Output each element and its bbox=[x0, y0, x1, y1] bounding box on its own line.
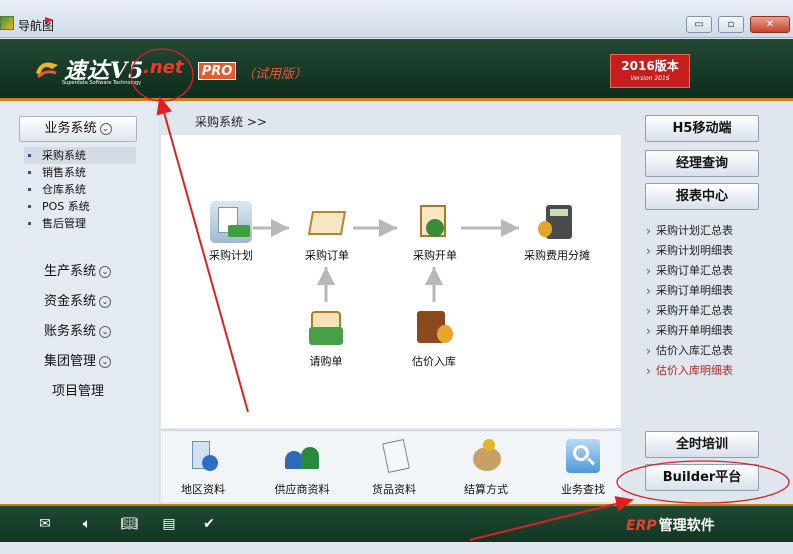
trial-label: （试用版） bbox=[242, 67, 308, 82]
quick-search-label: 业务查找 bbox=[561, 483, 605, 496]
speaker-icon[interactable]: 🔈︎ bbox=[78, 516, 96, 532]
report-center-button[interactable]: 报表中心 bbox=[645, 183, 759, 210]
flow-purchase-plan[interactable]: 采购计划 bbox=[183, 201, 279, 263]
training-button[interactable]: 全时培训 bbox=[645, 431, 759, 458]
nav-business-system[interactable]: 业务系统 ⌄ bbox=[19, 116, 137, 142]
brand-suffix: .net bbox=[143, 57, 184, 78]
version-sublabel: Version 2016 bbox=[630, 75, 670, 82]
maximize-button[interactable]: ▫ bbox=[718, 16, 744, 33]
search-icon bbox=[566, 439, 600, 473]
book-icon[interactable]: 📖︎ bbox=[120, 516, 138, 532]
app-footer: ✉ 🔈︎ 📖︎ ▤ ✔ ERP 管理软件 bbox=[0, 504, 793, 542]
open-book-icon bbox=[306, 201, 348, 243]
report-item-estimate-summary[interactable]: 估价入库汇总表 bbox=[646, 341, 786, 361]
quick-settlement-label: 结算方式 bbox=[464, 483, 508, 496]
flow-purchase-invoice-label: 采购开单 bbox=[413, 249, 457, 262]
pro-badge: PRO bbox=[198, 62, 236, 80]
report-item-invoice-detail[interactable]: 采购开单明细表 bbox=[646, 321, 786, 341]
flow-purchase-invoice[interactable]: 采购开单 bbox=[387, 201, 483, 263]
flow-purchase-cost-allocation[interactable]: 采购费用分摊 bbox=[499, 201, 615, 263]
globe-document-icon bbox=[186, 439, 220, 473]
quick-supplier-label: 供应商资料 bbox=[274, 483, 330, 496]
builder-platform-button[interactable]: Builder平台 bbox=[645, 464, 759, 491]
user-document-icon bbox=[414, 201, 456, 243]
chevron-down-icon: ⌄ bbox=[99, 326, 112, 338]
sub-item-pos[interactable]: POS 系统 bbox=[24, 198, 136, 215]
report-list: 采购计划汇总表 采购计划明细表 采购订单汇总表 采购订单明细表 采购开单汇总表 … bbox=[646, 221, 786, 381]
breadcrumb: 采购系统 >> bbox=[195, 115, 267, 129]
report-item-plan-summary[interactable]: 采购计划汇总表 bbox=[646, 221, 786, 241]
sub-item-aftersales[interactable]: 售后管理 bbox=[24, 215, 136, 232]
chevron-down-icon: ⌄ bbox=[99, 356, 112, 368]
sub-item-sales[interactable]: 销售系统 bbox=[24, 164, 136, 181]
flow-purchase-request-label: 请购单 bbox=[309, 355, 343, 368]
chevron-down-icon: ⌄ bbox=[99, 296, 112, 308]
flow-estimated-receipt[interactable]: 估价入库 bbox=[386, 307, 482, 369]
flow-estimated-receipt-label: 估价入库 bbox=[412, 355, 456, 368]
shopping-basket-icon bbox=[305, 307, 347, 349]
purchase-flow-panel: 采购计划 采购订单 采购开单 采购费用分摊 请购单 估价入库 bbox=[161, 135, 621, 428]
quick-goods-label: 货品资料 bbox=[372, 483, 416, 496]
document-list-icon[interactable]: ▤ bbox=[160, 516, 178, 532]
erp-label: ERP 管理软件 bbox=[626, 515, 715, 535]
nav-finance-label: 资金系统 bbox=[44, 294, 97, 309]
nav-project-management[interactable]: 项目管理 bbox=[52, 380, 104, 399]
brand-subtitle: Superdata Software Technology bbox=[62, 80, 142, 86]
flow-purchase-plan-label: 采购计划 bbox=[209, 249, 253, 262]
quick-business-search[interactable]: 业务查找 bbox=[543, 439, 623, 497]
close-button[interactable]: ✕ bbox=[750, 16, 790, 33]
erp-subtitle: 管理软件 bbox=[658, 518, 715, 534]
report-item-invoice-summary[interactable]: 采购开单汇总表 bbox=[646, 301, 786, 321]
check-circle-icon[interactable]: ✔ bbox=[200, 516, 218, 532]
report-item-plan-detail[interactable]: 采购计划明细表 bbox=[646, 241, 786, 261]
window-bottom-edge bbox=[0, 542, 793, 554]
chevron-down-icon: ⌄ bbox=[99, 266, 112, 278]
manager-query-button[interactable]: 经理查询 bbox=[645, 150, 759, 177]
people-icon bbox=[285, 439, 319, 473]
quick-region-data[interactable]: 地区资料 bbox=[163, 439, 243, 497]
h5-mobile-button[interactable]: H5移动端 bbox=[645, 115, 759, 142]
nav-finance-system[interactable]: 资金系统 ⌄ bbox=[44, 290, 112, 309]
clipboard-cart-icon bbox=[210, 201, 252, 243]
flow-purchase-cost-label: 采购费用分摊 bbox=[524, 249, 590, 262]
sub-item-warehouse[interactable]: 仓库系统 bbox=[24, 181, 136, 198]
calculator-icon bbox=[536, 201, 578, 243]
nav-business-label: 业务系统 bbox=[44, 121, 97, 136]
report-item-estimate-detail[interactable]: 估价入库明细表 bbox=[646, 361, 786, 381]
nav-production-system[interactable]: 生产系统 ⌄ bbox=[44, 260, 112, 279]
business-sub-list: 采购系统 销售系统 仓库系统 POS 系统 售后管理 bbox=[24, 147, 136, 232]
flow-purchase-order-label: 采购订单 bbox=[305, 249, 349, 262]
money-bag-icon bbox=[469, 439, 503, 473]
ledger-money-icon bbox=[413, 307, 455, 349]
quick-access-strip: 地区资料 供应商资料 货品资料 结算方式 业务查找 bbox=[161, 430, 621, 502]
flow-purchase-order[interactable]: 采购订单 bbox=[279, 201, 375, 263]
version-label: 2016版本 bbox=[621, 59, 679, 73]
erp-text: ERP bbox=[626, 518, 657, 534]
left-nav: 业务系统 ⌄ 采购系统 销售系统 仓库系统 POS 系统 售后管理 生产系统 ⌄ 资… bbox=[0, 104, 158, 504]
window-title: 导航图 bbox=[18, 19, 55, 33]
nav-group-management[interactable]: 集团管理 ⌄ bbox=[44, 350, 112, 369]
sub-item-purchase[interactable]: 采购系统 bbox=[24, 147, 136, 164]
app-header: 速达V5 .net Superdata Software Technology … bbox=[0, 39, 793, 101]
minimize-button[interactable]: ▭ bbox=[686, 16, 712, 33]
quick-goods-data[interactable]: 货品资料 bbox=[354, 439, 434, 497]
nav-accounting-system[interactable]: 账务系统 ⌄ bbox=[44, 320, 112, 339]
report-item-order-detail[interactable]: 采购订单明细表 bbox=[646, 281, 786, 301]
version-badge: 2016版本 Version 2016 bbox=[610, 54, 690, 88]
app-icon bbox=[0, 16, 14, 30]
flow-purchase-request[interactable]: 请购单 bbox=[278, 307, 374, 369]
quick-settlement-method[interactable]: 结算方式 bbox=[446, 439, 526, 497]
nav-accounting-label: 账务系统 bbox=[44, 324, 97, 339]
mail-icon[interactable]: ✉ bbox=[36, 516, 54, 532]
flow-connectors bbox=[253, 219, 519, 302]
report-item-order-summary[interactable]: 采购订单汇总表 bbox=[646, 261, 786, 281]
checklist-pen-icon bbox=[377, 439, 411, 473]
nav-group-label: 集团管理 bbox=[44, 354, 97, 369]
quick-region-label: 地区资料 bbox=[181, 483, 225, 496]
chevron-down-icon: ⌄ bbox=[99, 123, 112, 135]
nav-production-label: 生产系统 bbox=[44, 264, 97, 279]
quick-supplier-data[interactable]: 供应商资料 bbox=[262, 439, 342, 497]
brand-logo-icon bbox=[36, 62, 58, 79]
window-titlebar: 导航图 ▭ ▫ ✕ bbox=[0, 0, 793, 38]
